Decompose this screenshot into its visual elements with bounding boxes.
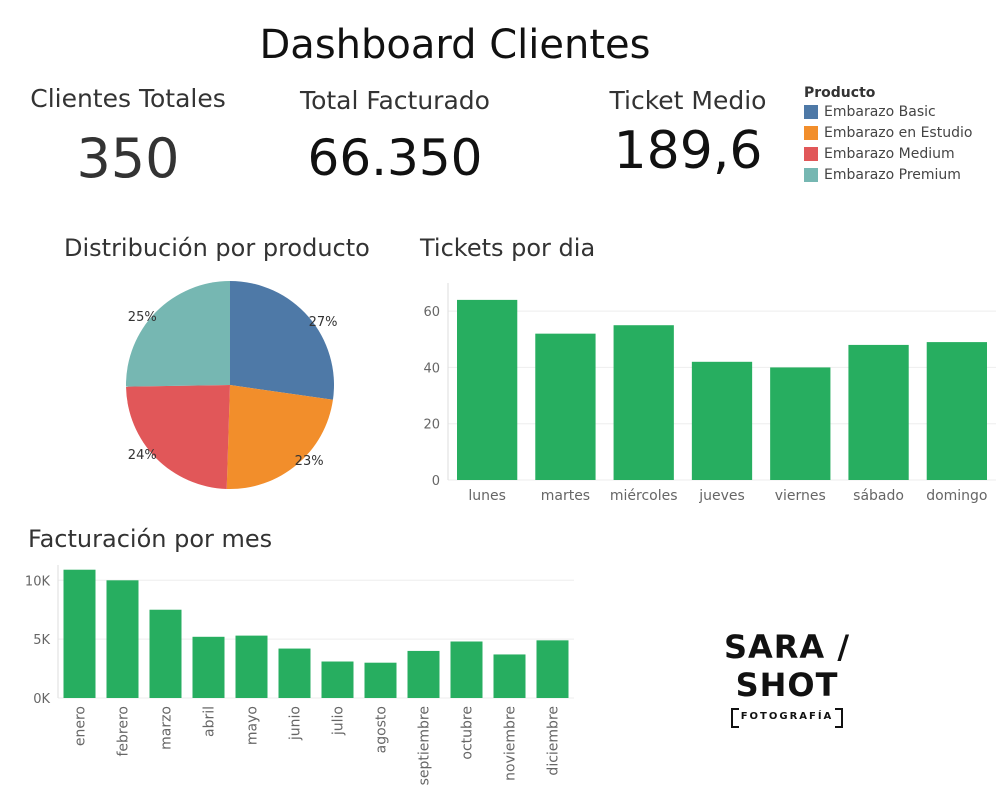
x-tick-label: marzo <box>159 706 175 750</box>
pie-slice-label: 24% <box>128 448 157 463</box>
legend-item-estudio[interactable]: Embarazo en Estudio <box>804 122 994 143</box>
legend-title: Producto <box>804 85 876 101</box>
y-tick-label: 10K <box>25 574 51 589</box>
x-tick-label: domingo <box>926 488 987 504</box>
bar[interactable] <box>613 325 674 480</box>
x-tick-label: jueves <box>698 488 745 504</box>
logo-main-text: SARA / SHOT <box>723 628 851 704</box>
y-tick-label: 0K <box>33 692 50 707</box>
bar[interactable] <box>278 648 311 698</box>
kpi-ticket-medio: Ticket Medio 189,6 <box>598 86 778 181</box>
pie-slice-label: 25% <box>128 310 157 325</box>
legend-label: Embarazo Basic <box>824 103 936 120</box>
bar[interactable] <box>536 640 569 698</box>
bar[interactable] <box>691 361 753 480</box>
x-tick-label: martes <box>541 488 590 504</box>
dashboard-title: Dashboard Clientes <box>259 22 651 68</box>
kpi-clientes-totales: Clientes Totales 350 <box>10 84 246 190</box>
legend-label: Embarazo Medium <box>824 145 955 162</box>
x-tick-label: diciembre <box>546 706 562 776</box>
y-tick-label: 5K <box>33 633 50 648</box>
x-tick-label: abril <box>202 706 218 737</box>
pie-slice[interactable] <box>126 385 230 489</box>
y-tick-label: 60 <box>423 305 440 320</box>
monthly-chart-title: Facturación por mes <box>28 525 273 553</box>
legend-label: Embarazo en Estudio <box>824 124 973 141</box>
tickets-chart-title: Tickets por dia <box>420 234 596 262</box>
pie-slice-label: 27% <box>309 315 338 330</box>
legend-swatch <box>804 104 818 119</box>
bar[interactable] <box>493 654 526 698</box>
bar[interactable] <box>457 299 518 480</box>
pie-slice-label: 23% <box>295 454 324 469</box>
bar[interactable] <box>63 569 96 698</box>
bar[interactable] <box>926 342 987 480</box>
bar[interactable] <box>364 662 397 698</box>
bar[interactable] <box>192 636 225 698</box>
kpi-total-facturado: Total Facturado 66.350 <box>282 86 508 187</box>
kpi-value: 350 <box>76 127 180 190</box>
x-tick-label: agosto <box>374 706 390 753</box>
pie-slice[interactable] <box>126 281 230 387</box>
x-tick-label: julio <box>331 706 347 736</box>
bar[interactable] <box>407 650 440 698</box>
x-tick-label: enero <box>73 706 89 746</box>
kpi-value: 189,6 <box>613 121 763 181</box>
pie-chart-title: Distribución por producto <box>64 234 370 262</box>
bar[interactable] <box>770 367 831 480</box>
x-tick-label: junio <box>288 706 304 741</box>
x-tick-label: sábado <box>853 488 904 504</box>
bar[interactable] <box>450 641 483 698</box>
x-tick-label: mayo <box>245 706 261 745</box>
legend-swatch <box>804 125 818 140</box>
kpi-label: Total Facturado <box>300 86 490 115</box>
monthly-bar-chart: 0K 5K 10K enero febrero marzo abril mayo junio ju… <box>25 565 574 785</box>
x-tick-label: viernes <box>775 488 826 504</box>
legend-item-medium[interactable]: Embarazo Medium <box>804 143 994 164</box>
kpi-label: Ticket Medio <box>609 86 767 115</box>
pie-chart: 27% 23% 24% 25% <box>126 281 338 489</box>
legend-swatch <box>804 167 818 182</box>
legend-item-basic[interactable]: Embarazo Basic <box>804 101 994 122</box>
kpi-label: Clientes Totales <box>30 84 226 113</box>
x-tick-label: noviembre <box>503 706 519 781</box>
tickets-bar-chart: 0 20 40 60 lunes martes miércoles jueves viernes… <box>423 283 996 504</box>
bar[interactable] <box>235 635 268 698</box>
bar[interactable] <box>149 609 182 698</box>
y-tick-label: 40 <box>423 361 440 376</box>
x-tick-label: octubre <box>460 706 476 760</box>
legend-item-premium[interactable]: Embarazo Premium <box>804 164 994 185</box>
x-tick-label: febrero <box>116 706 132 757</box>
bar[interactable] <box>106 580 139 698</box>
x-tick-label: lunes <box>468 488 506 504</box>
sara-shot-logo: SARA / SHOT FOTOGRAFÍA <box>676 628 898 728</box>
x-tick-label: miércoles <box>610 488 678 504</box>
pie-slice[interactable] <box>230 281 334 400</box>
bar[interactable] <box>848 344 909 480</box>
logo-sub-text: FOTOGRAFÍA <box>730 708 844 728</box>
x-tick-label: septiembre <box>417 706 433 785</box>
y-tick-label: 20 <box>423 418 440 433</box>
legend-swatch <box>804 146 818 161</box>
pie-slice[interactable] <box>226 385 333 489</box>
legend-label: Embarazo Premium <box>824 166 961 183</box>
legend: Producto Embarazo Basic Embarazo en Estu… <box>804 85 994 185</box>
bar[interactable] <box>321 661 354 698</box>
bar[interactable] <box>535 333 596 480</box>
kpi-value: 66.350 <box>307 129 483 187</box>
y-tick-label: 0 <box>432 474 440 489</box>
